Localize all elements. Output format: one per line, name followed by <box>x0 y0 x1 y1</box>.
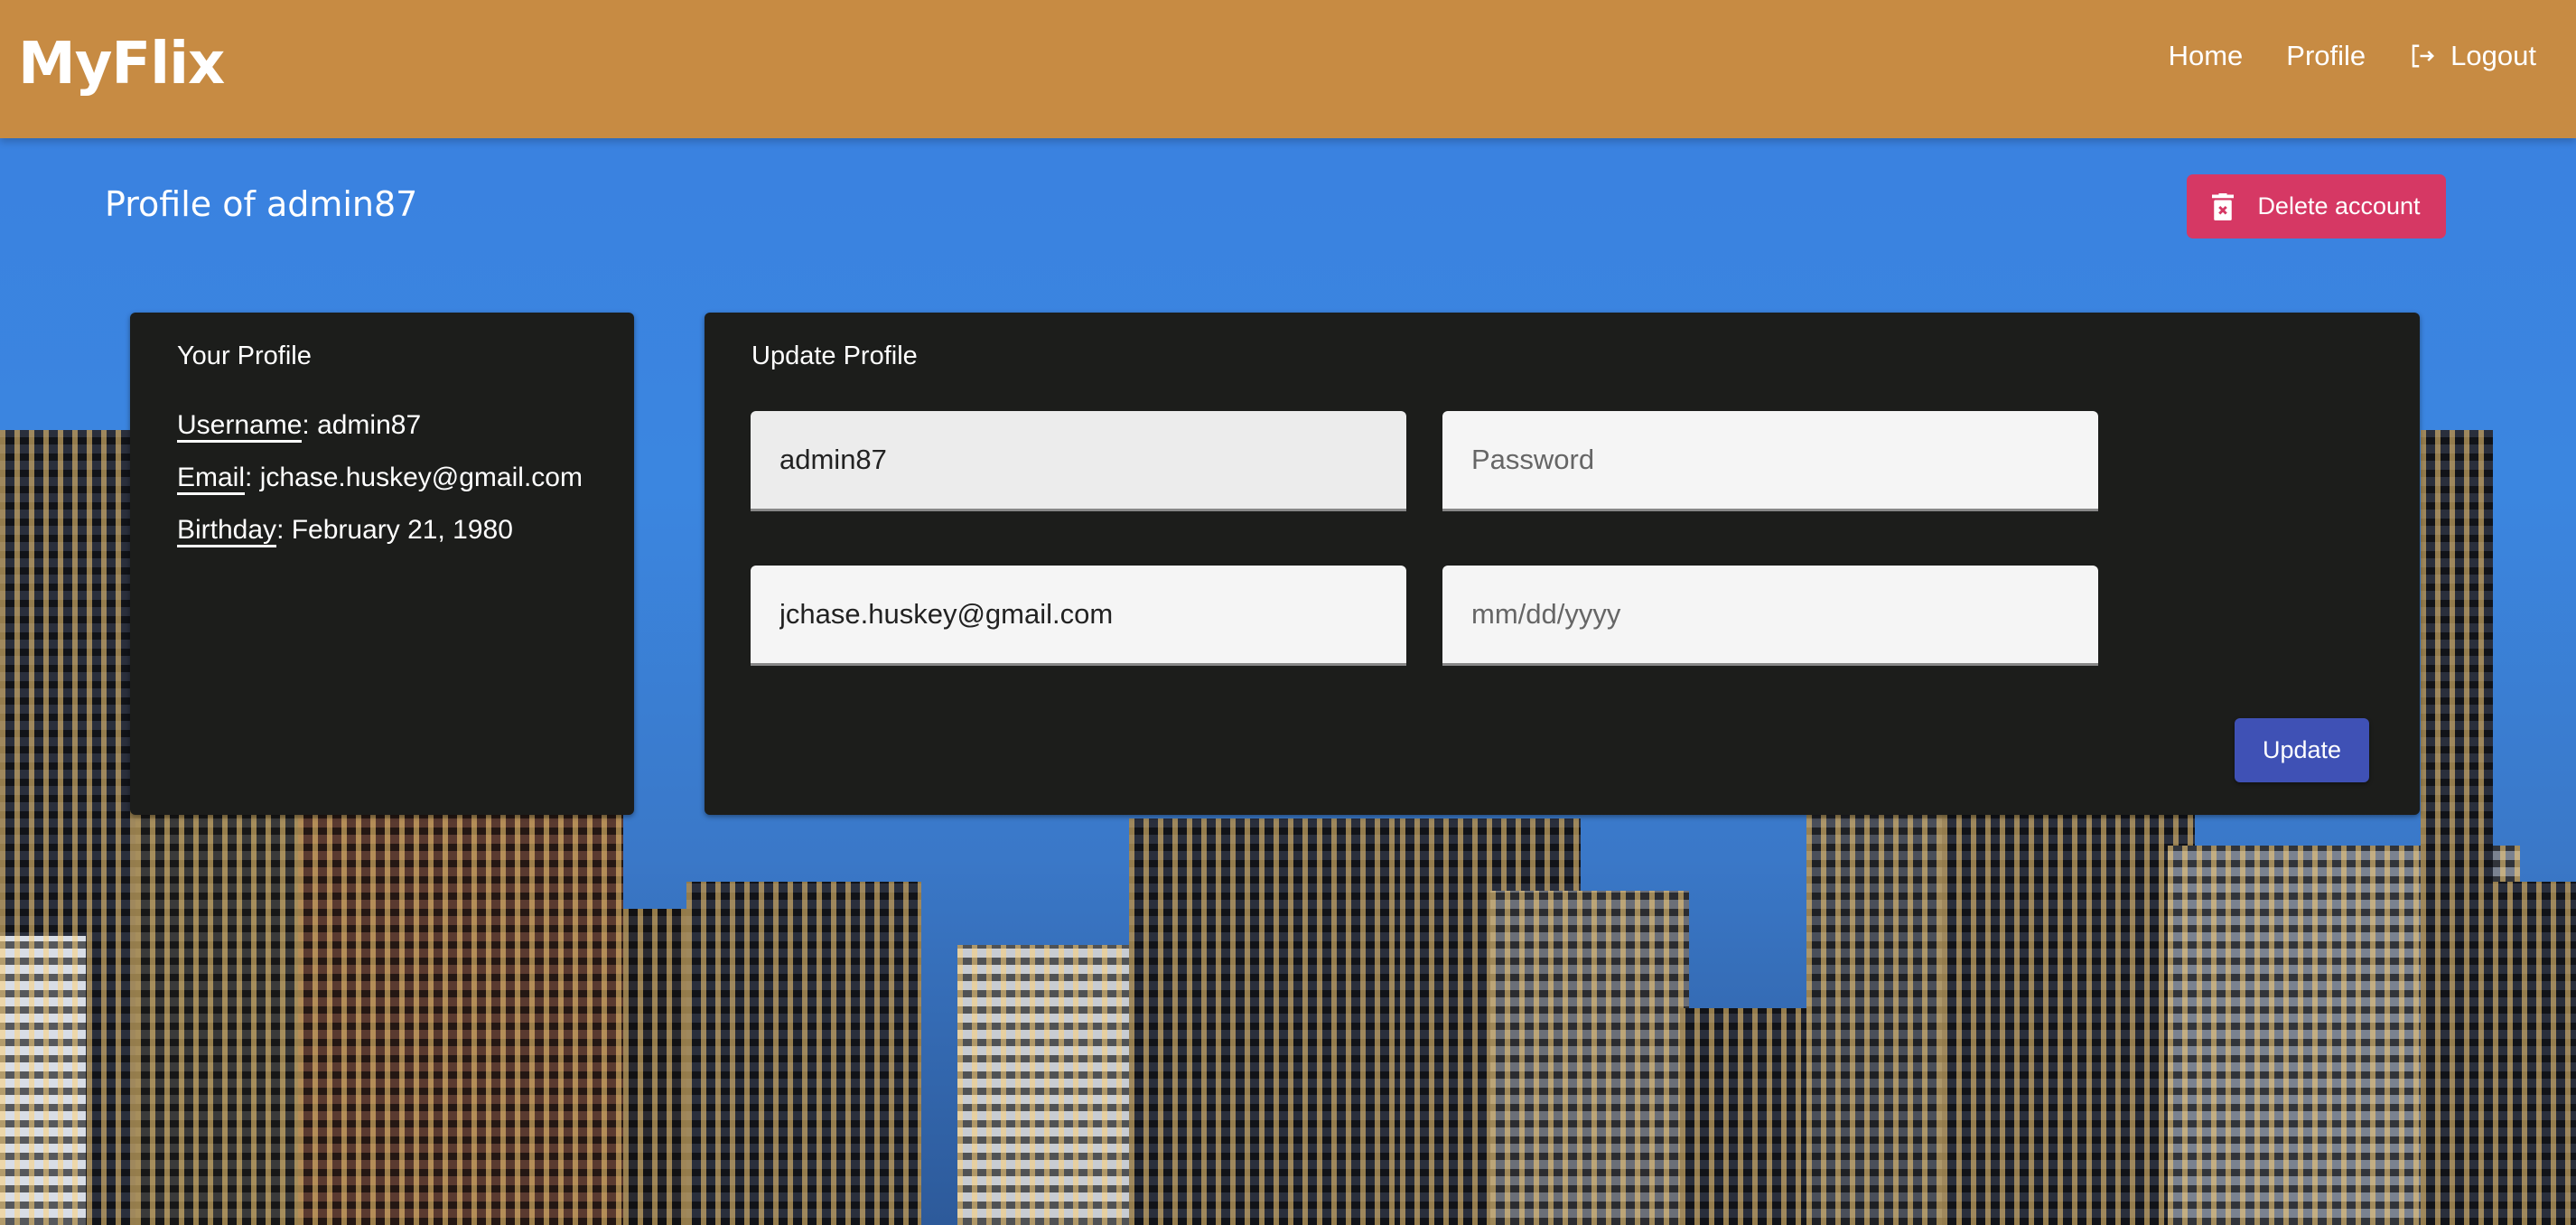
email-label: Email <box>177 463 246 495</box>
username-row: Username: admin87 <box>177 410 422 443</box>
trash-icon <box>2212 192 2235 220</box>
username-input[interactable] <box>751 411 1406 511</box>
top-navbar: MyFlix Home Profile Logout <box>0 0 2576 138</box>
nav-logout[interactable]: Logout <box>2409 40 2536 72</box>
nav-home[interactable]: Home <box>2169 40 2244 72</box>
birthday-row: Birthday: February 21, 1980 <box>177 515 513 547</box>
username-label: Username <box>177 410 303 443</box>
your-profile-title: Your Profile <box>177 341 312 370</box>
update-profile-title: Update Profile <box>751 341 918 370</box>
delete-account-label: Delete account <box>2257 192 2421 220</box>
password-input[interactable] <box>1442 411 2098 511</box>
logout-label: Logout <box>2450 40 2536 71</box>
page-title: Profile of admin87 <box>105 184 418 224</box>
birthday-label: Birthday <box>177 515 277 547</box>
email-row: Email: jchase.huskey@gmail.com <box>177 463 583 495</box>
birthday-input[interactable] <box>1442 566 2098 666</box>
logo[interactable]: MyFlix <box>18 31 225 98</box>
delete-account-button[interactable]: Delete account <box>2187 174 2446 238</box>
update-profile-card: Update Profile Update <box>705 313 2420 815</box>
update-button[interactable]: Update <box>2235 718 2369 782</box>
birthday-value: February 21, 1980 <box>291 515 513 545</box>
email-input[interactable] <box>751 566 1406 666</box>
nav-links: Home Profile Logout <box>2169 40 2536 72</box>
logout-icon <box>2412 44 2435 68</box>
nav-profile[interactable]: Profile <box>2286 40 2366 72</box>
your-profile-card: Your Profile Username: admin87 Email: jc… <box>130 313 634 815</box>
email-value: jchase.huskey@gmail.com <box>259 463 583 492</box>
username-value: admin87 <box>317 410 422 440</box>
